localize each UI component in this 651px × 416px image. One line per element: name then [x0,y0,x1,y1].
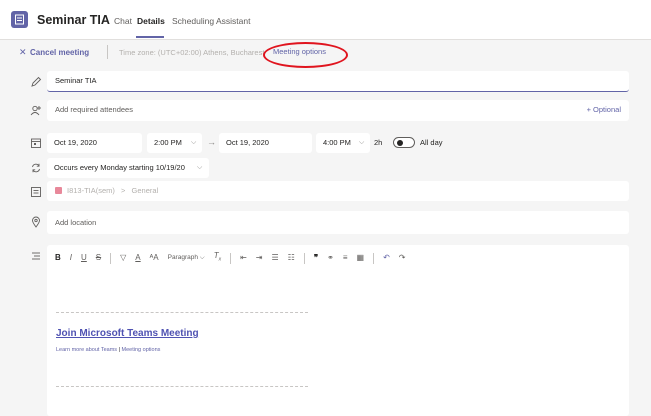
font-color-icon[interactable]: A [135,251,140,265]
add-optional-attendees-link[interactable]: + Optional [587,100,621,120]
italic-button[interactable]: I [70,251,72,265]
arrow-right-icon: → [207,137,216,147]
location-input[interactable]: Add location [47,211,629,234]
divider [56,386,308,387]
start-date-picker[interactable]: Oct 19, 2020 [47,133,142,153]
timezone-selector[interactable]: Time zone: (UTC+02:00) Athens, Bucharest [119,48,264,57]
meeting-title: Seminar TIA [37,13,110,27]
underline-button[interactable]: U [81,251,87,265]
chevron-down-icon: ⌵ [191,139,197,146]
chevron-down-icon: ⌵ [359,139,365,146]
bulleted-list-icon[interactable]: ☰ [272,251,279,265]
calendar-app-icon [11,11,28,28]
learn-more-link[interactable]: Learn more about Teams [56,347,117,353]
meeting-details-editor[interactable]: B I U S ▽ A ᴬA Paragraph ⌵ Tx ⇤ ⇥ ☰ ☷ ❞ … [47,245,629,416]
team-color-swatch [55,187,62,194]
text-align-icon [32,252,40,260]
add-people-icon [30,105,41,116]
start-time-picker[interactable]: 2:00 PM ⌵ [147,133,202,153]
duration-label: 2h [374,138,383,147]
link-separator: | [118,347,121,353]
recurrence-value: Occurs every Monday starting 10/19/20 [54,163,185,172]
recurrence-dropdown[interactable]: Occurs every Monday starting 10/19/20 ⌵ [47,158,209,178]
start-time-value: 2:00 PM [154,138,182,147]
all-day-toggle[interactable] [393,137,415,148]
toolbar-divider [230,252,232,264]
undo-icon[interactable]: ↶ [383,251,390,265]
repeat-icon [32,163,40,173]
location-pin-icon [32,216,40,228]
tab-scheduling-assistant[interactable]: Scheduling Assistant [172,16,250,26]
meeting-title-value: Seminar TIA [55,76,97,85]
start-date-value: Oct 19, 2020 [54,138,97,147]
font-size-icon[interactable]: ᴬA [150,251,159,265]
toolbar-divider [110,252,112,264]
chevron-down-icon: ⌵ [197,164,203,171]
quote-icon[interactable]: ❞ [314,251,318,265]
location-placeholder: Add location [55,218,97,227]
divider [56,312,308,313]
end-date-picker[interactable]: Oct 19, 2020 [219,133,312,153]
redo-icon[interactable]: ↷ [399,251,406,265]
channel-team-name: I813-TIA(sem) [67,186,115,195]
end-date-value: Oct 19, 2020 [226,138,269,147]
paragraph-dropdown[interactable]: Paragraph ⌵ [168,251,205,265]
all-day-label: All day [420,138,443,147]
active-tab-indicator [136,36,164,38]
numbered-list-icon[interactable]: ☷ [288,251,295,265]
close-icon[interactable]: ✕ [19,47,27,58]
horizontal-rule-icon[interactable]: ≡ [343,251,348,265]
tab-details[interactable]: Details [137,16,165,26]
meeting-options-link[interactable]: Meeting options [122,347,161,353]
breadcrumb-separator: > [121,186,126,195]
join-teams-meeting-link[interactable]: Join Microsoft Teams Meeting [56,328,199,339]
channel-selector[interactable]: I813-TIA(sem) > General [47,181,629,201]
end-time-picker[interactable]: 4:00 PM ⌵ [316,133,370,153]
decrease-indent-icon[interactable]: ⇤ [240,251,247,265]
divider [107,45,108,59]
toolbar-divider [303,252,305,264]
increase-indent-icon[interactable]: ⇥ [256,251,263,265]
attendees-placeholder: Add required attendees [55,105,133,114]
calendar-icon [31,138,41,148]
toolbar-divider [373,252,375,264]
paragraph-label: Paragraph [167,254,198,261]
meeting-footer-links: Learn more about Teams | Meeting options [56,347,160,353]
pencil-icon [31,76,42,87]
attendees-input[interactable]: Add required attendees + Optional [47,100,629,121]
meeting-title-input[interactable]: Seminar TIA [47,71,629,92]
highlight-icon[interactable]: ▽ [120,251,126,265]
meeting-header: Seminar TIA Chat Details Scheduling Assi… [0,0,651,40]
formatting-toolbar: B I U S ▽ A ᴬA Paragraph ⌵ Tx ⇤ ⇥ ☰ ☷ ❞ … [55,251,415,265]
strikethrough-button[interactable]: S [96,251,101,265]
cancel-meeting-button[interactable]: Cancel meeting [30,48,89,57]
channel-name: General [131,186,159,195]
tab-chat[interactable]: Chat [114,16,132,26]
bold-button[interactable]: B [55,251,61,265]
table-icon[interactable]: ▦ [357,251,365,265]
link-icon[interactable]: ⚭ [327,251,334,265]
end-time-value: 4:00 PM [323,138,351,147]
channel-icon [31,187,41,197]
clear-formatting-icon[interactable]: Tx [214,249,221,267]
toggle-knob [397,140,403,146]
highlight-annotation-ring [263,42,348,68]
